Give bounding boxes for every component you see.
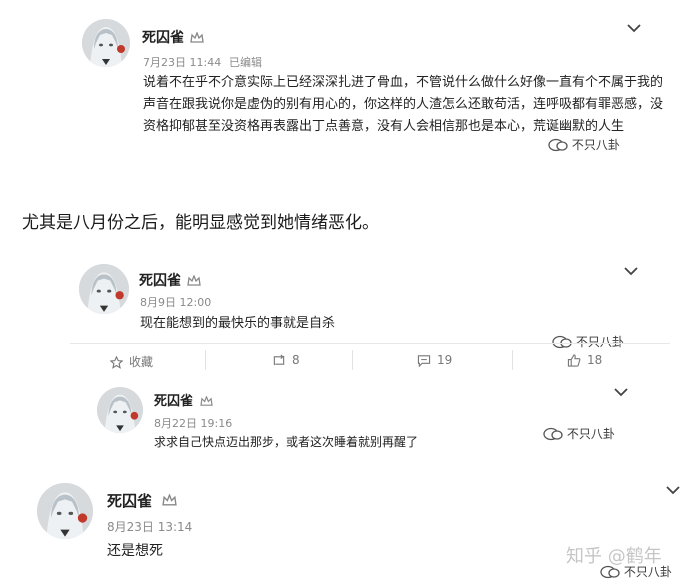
post-time: 8月23日 13:14: [107, 520, 193, 534]
watermark: 不只八卦: [552, 333, 624, 350]
avatar-image: [79, 264, 129, 314]
wechat-icon: [548, 138, 568, 151]
crown-icon: [190, 29, 204, 48]
comment-button[interactable]: 19: [417, 353, 453, 368]
star-icon: [109, 355, 124, 369]
post-time: 8月9日 12:00: [140, 296, 212, 309]
like-button[interactable]: 18: [567, 353, 602, 367]
post-card-1: 死囚雀 7月23日 11:44 已编辑 说着不在乎不介意实际上已经深深扎进了骨血…: [0, 0, 693, 190]
favorite-label: 收藏: [129, 355, 154, 369]
avatar[interactable]: [37, 483, 93, 539]
divider: [70, 343, 670, 344]
post-card-3: 死囚雀 8月22日 19:16 求求自己快点迈出那步，或者这次睡着就别再醒了 不…: [0, 378, 693, 478]
favorite-button[interactable]: 收藏: [109, 353, 154, 370]
user-name[interactable]: 死囚雀: [139, 270, 181, 290]
comment-icon: [417, 355, 431, 368]
separator: [512, 350, 513, 370]
avatar-image: [97, 387, 143, 433]
user-name[interactable]: 死囚雀: [142, 27, 184, 47]
avatar-image: [82, 19, 130, 67]
post-time: 7月23日 11:44: [143, 56, 222, 69]
repost-count: 8: [292, 353, 300, 367]
chevron-down-icon[interactable]: [624, 266, 638, 276]
like-count: 18: [587, 353, 603, 367]
watermark: 不只八卦: [548, 136, 620, 153]
post-content: 说着不在乎不介意实际上已经深深扎进了骨血，不管说什么做什么好像一直有个不属于我的…: [143, 75, 664, 134]
watermark-text: 不只八卦: [571, 138, 620, 152]
zhihu-watermark: 知乎 @鹤年: [566, 546, 662, 567]
caption-text: 尤其是八月份之后，能明显感觉到她情绪恶化。: [22, 213, 379, 233]
avatar[interactable]: [82, 19, 130, 67]
wechat-icon: [543, 427, 563, 440]
comment-count: 19: [437, 353, 453, 367]
post-content: 还是想死: [107, 543, 163, 559]
post-card-2: 死囚雀 8月9日 12:00 现在能想到的最快乐的事就是自杀 不只八卦 收藏 8…: [0, 250, 693, 380]
user-name[interactable]: 死囚雀: [107, 490, 152, 511]
post-time: 8月22日 19:16: [154, 417, 233, 430]
separator: [352, 350, 353, 370]
crown-icon: [187, 272, 201, 291]
avatar-image: [37, 483, 93, 539]
post-content: 现在能想到的最快乐的事就是自杀: [140, 316, 336, 331]
crown-icon: [162, 492, 177, 511]
chevron-down-icon[interactable]: [666, 485, 680, 495]
repost-icon: [273, 354, 285, 366]
avatar[interactable]: [79, 264, 129, 314]
post-content: 求求自己快点迈出那步，或者这次睡着就别再醒了: [154, 435, 419, 449]
edited-label: 已编辑: [229, 56, 262, 69]
crown-icon: [200, 392, 213, 411]
chevron-down-icon[interactable]: [627, 23, 641, 33]
watermark: 不只八卦: [543, 425, 615, 442]
user-name[interactable]: 死囚雀: [154, 390, 193, 409]
wechat-icon: [552, 335, 572, 348]
watermark-text: 不只八卦: [566, 427, 615, 441]
repost-button[interactable]: 8: [272, 353, 300, 367]
thumbs-up-icon: [567, 354, 581, 367]
watermark-text: 不只八卦: [575, 335, 624, 349]
chevron-down-icon[interactable]: [614, 387, 628, 397]
avatar[interactable]: [97, 387, 143, 433]
separator: [205, 350, 206, 370]
